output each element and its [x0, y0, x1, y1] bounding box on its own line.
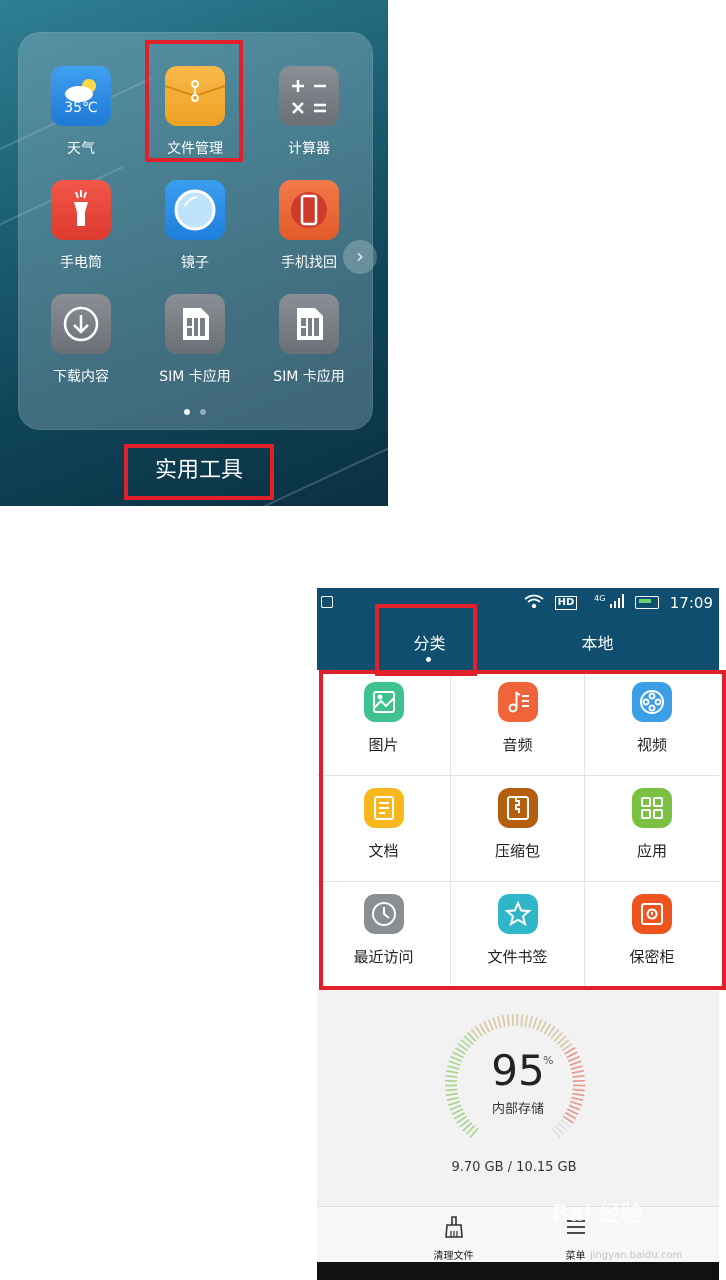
app-weather[interactable]: 35℃ 天气: [26, 66, 136, 158]
storage-panel[interactable]: 95 % 内部存储 9.70 GB / 10.15 GB: [317, 988, 719, 1206]
app-sim-card-1[interactable]: SIM 卡应用: [140, 294, 250, 386]
folder-screenshot: 35℃ 天气 文件管理 计算器 手电筒 镜子 手机找回 下载内容 SIM 卡应用…: [0, 0, 388, 506]
download-icon: [51, 294, 111, 354]
page-dot-active: [184, 409, 190, 415]
storage-percent: 95: [491, 1046, 545, 1095]
sim-card-icon: [279, 294, 339, 354]
signal-icon: 4G: [588, 593, 625, 612]
weather-icon: 35℃: [51, 66, 111, 126]
highlight-box: [375, 604, 477, 676]
calculator-icon: [279, 66, 339, 126]
page-dot: [200, 409, 206, 415]
storage-amount: 9.70 GB / 10.15 GB: [451, 1160, 577, 1175]
gauge-tick: [540, 1020, 547, 1033]
broom-icon: [444, 1216, 463, 1238]
app-label: 手电筒: [60, 255, 102, 271]
gauge-tick: [520, 1014, 524, 1027]
phone-finder-icon: [279, 180, 339, 240]
watermark-url: jingyan.baidu.com: [590, 1250, 683, 1261]
app-label: SIM 卡应用: [273, 369, 345, 385]
gauge-tick: [497, 1015, 502, 1028]
page-indicator: [184, 400, 216, 419]
tab-label: 本地: [581, 634, 614, 653]
hd-badge: HD: [554, 595, 578, 610]
tab-local[interactable]: 本地: [497, 618, 698, 670]
baidu-watermark: Bai 经验: [552, 1202, 643, 1227]
flashlight-icon: [51, 180, 111, 240]
app-sim-card-2[interactable]: SIM 卡应用: [254, 294, 364, 386]
app-label: 下载内容: [53, 369, 109, 385]
highlight-box: [145, 40, 243, 162]
battery-icon: [634, 596, 659, 609]
system-nav-bar: [317, 1262, 719, 1280]
status-time: 17:09: [669, 593, 713, 612]
highlight-box: [124, 444, 274, 500]
sim-card-icon: [165, 294, 225, 354]
weather-temp: 35℃: [64, 100, 98, 116]
next-page-arrow[interactable]: ›: [343, 240, 377, 274]
wallpaper-streak: [258, 432, 388, 506]
app-label: SIM 卡应用: [159, 369, 231, 385]
gallery-notification-icon: [321, 596, 333, 608]
app-flashlight[interactable]: 手电筒: [26, 180, 136, 272]
chevron-right-icon: ›: [356, 244, 364, 268]
storage-label: 内部存储: [491, 1102, 544, 1117]
highlight-box: [319, 670, 726, 990]
app-label: 计算器: [288, 141, 330, 157]
gauge-tick: [501, 1014, 506, 1028]
mirror-icon: [165, 180, 225, 240]
wifi-icon: [524, 594, 544, 612]
gauge-tick: [524, 1014, 529, 1028]
gauge-tick: [532, 1017, 538, 1030]
percent-symbol: %: [543, 1054, 554, 1067]
app-calculator[interactable]: 计算器: [254, 66, 364, 158]
gauge-tick: [483, 1020, 490, 1033]
network-type: 4G: [594, 593, 606, 603]
app-label: 天气: [67, 141, 95, 157]
gauge-tick: [492, 1017, 498, 1030]
gauge-tick: [487, 1018, 494, 1031]
gauge-tick: [506, 1014, 510, 1027]
app-downloads[interactable]: 下载内容: [26, 294, 136, 386]
app-mirror[interactable]: 镜子: [140, 180, 250, 272]
gauge-tick: [536, 1018, 543, 1031]
app-label: 镜子: [181, 255, 209, 271]
gauge-tick: [528, 1015, 533, 1028]
